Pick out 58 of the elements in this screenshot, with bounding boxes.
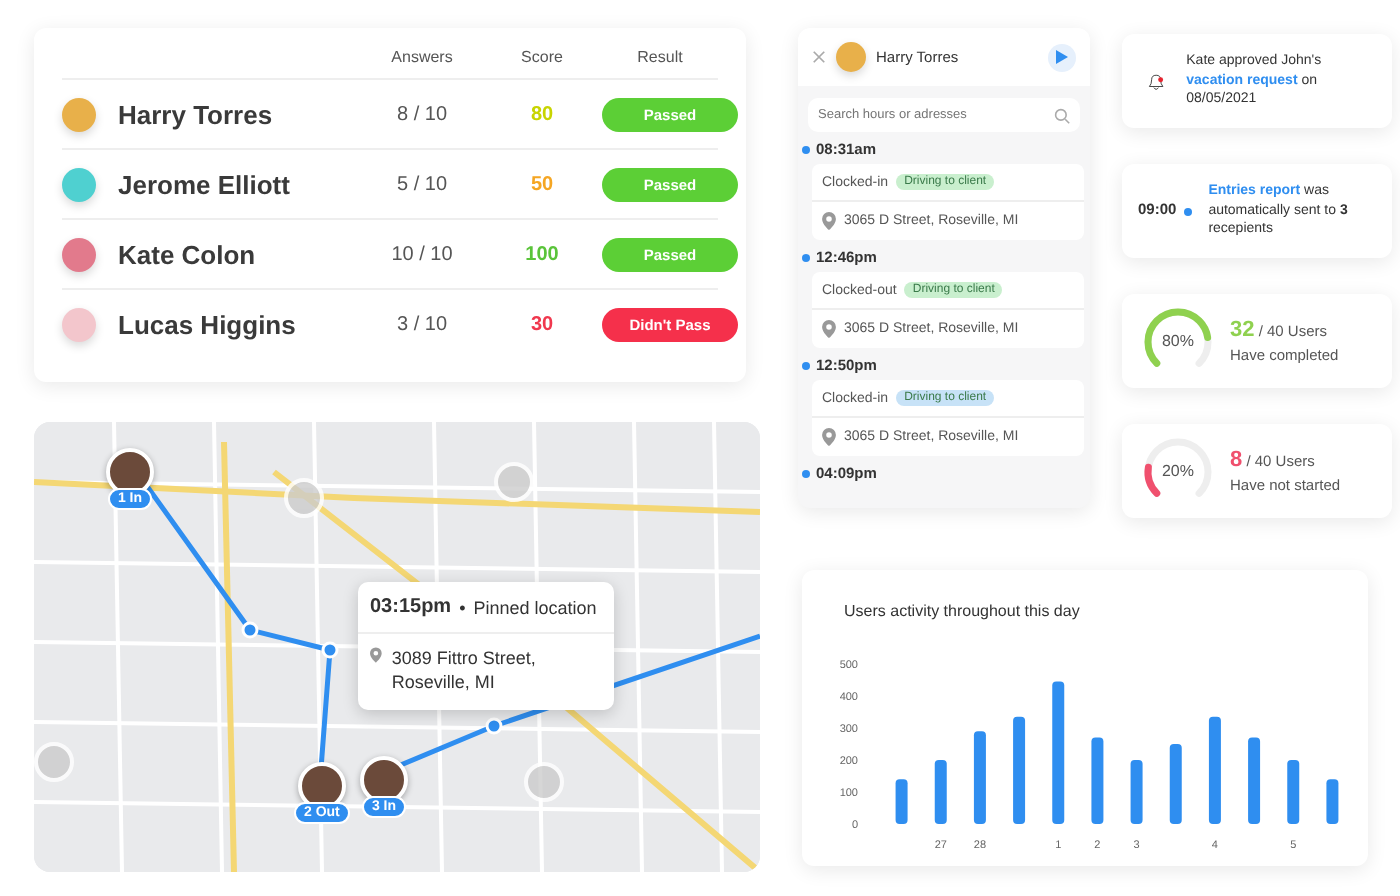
user-name: Jerome Elliott bbox=[118, 169, 292, 199]
activity-bar bbox=[1287, 759, 1300, 823]
popup-address: 3089 Fittro Street, Roseville, MI bbox=[391, 646, 538, 695]
score-cell-text: 80 bbox=[528, 103, 556, 125]
user-name: Harry Torres bbox=[118, 99, 275, 129]
activity-bar bbox=[1013, 715, 1026, 823]
answers-cell-text: 3 / 10 bbox=[394, 313, 450, 335]
score-cell-text: 30 bbox=[528, 313, 556, 335]
column-header: Score bbox=[519, 48, 565, 66]
separator-dot: • bbox=[459, 597, 466, 617]
avatar bbox=[62, 167, 96, 201]
activity-bar bbox=[1208, 715, 1221, 823]
close-icon[interactable] bbox=[812, 50, 826, 64]
user-count: 32 bbox=[1230, 318, 1255, 343]
faded-avatar[interactable] bbox=[34, 742, 74, 782]
gauge-label: 20% bbox=[1159, 460, 1196, 484]
avatar bbox=[62, 97, 96, 131]
answers-cell-text: 10 / 10 bbox=[389, 243, 455, 265]
timeline-dot bbox=[802, 469, 810, 477]
user-count: 8 bbox=[1230, 448, 1243, 473]
user-name: Kate Colon bbox=[118, 239, 258, 269]
play-button[interactable] bbox=[1048, 43, 1076, 71]
faded-avatar[interactable] bbox=[284, 478, 324, 518]
activity-bar bbox=[1326, 778, 1339, 823]
location-pin-icon bbox=[822, 212, 836, 230]
answers-cell-text: 5 / 10 bbox=[394, 173, 450, 195]
column-header: Answers bbox=[389, 48, 455, 66]
activity-bar bbox=[895, 778, 908, 823]
timeline-dot bbox=[802, 361, 810, 369]
activity-bar bbox=[1248, 736, 1261, 823]
activity-bar bbox=[973, 730, 986, 823]
location-pin-icon bbox=[822, 428, 836, 446]
answers-cell-text: 8 / 10 bbox=[394, 103, 450, 125]
gauge-label: 80% bbox=[1159, 330, 1196, 354]
popup-time: 03:15pm bbox=[370, 596, 452, 618]
faded-avatar[interactable] bbox=[524, 762, 564, 802]
timeline-dot bbox=[802, 253, 810, 261]
activity-bar bbox=[1091, 736, 1104, 823]
score-cell-text: 100 bbox=[523, 243, 561, 265]
chart-title: Users activity throughout this day bbox=[844, 601, 1080, 619]
activity-bar bbox=[934, 759, 947, 823]
score-cell-text: 50 bbox=[528, 173, 556, 195]
column-header: Result bbox=[635, 48, 685, 66]
user-name: Lucas Higgins bbox=[118, 309, 298, 339]
avatar bbox=[62, 307, 96, 341]
avatar bbox=[836, 42, 866, 72]
activity-bar bbox=[1052, 680, 1065, 823]
timeline-dot bbox=[802, 145, 810, 153]
location-pin-icon bbox=[822, 320, 836, 338]
search-icon bbox=[1054, 108, 1070, 124]
activity-bar bbox=[1169, 743, 1182, 823]
status-dot bbox=[1184, 207, 1193, 215]
play-icon bbox=[1056, 50, 1068, 64]
faded-avatar[interactable] bbox=[494, 462, 534, 502]
location-pin-icon bbox=[370, 646, 382, 664]
avatar bbox=[62, 237, 96, 271]
activity-bar bbox=[1130, 759, 1143, 823]
popup-title: Pinned location bbox=[473, 597, 597, 617]
